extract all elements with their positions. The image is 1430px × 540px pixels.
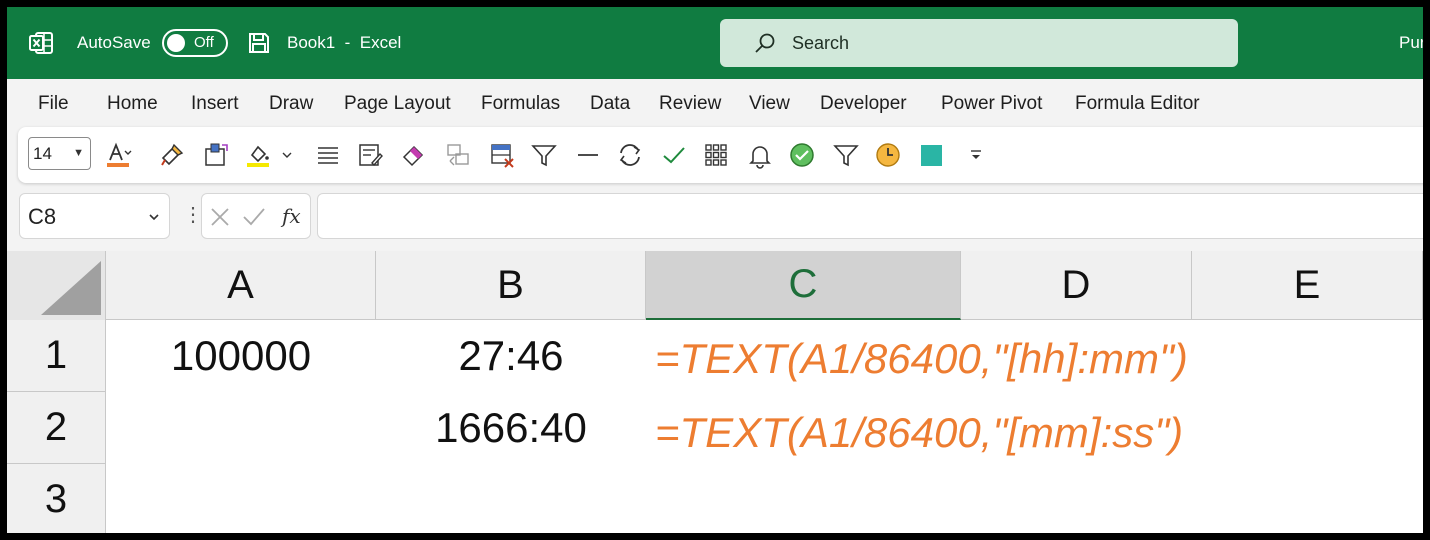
chevron-down-icon: ▼ (73, 147, 84, 159)
tab-file[interactable]: File (38, 93, 69, 115)
align-icon[interactable] (314, 141, 342, 169)
ribbon-tabs: File Home Insert Draw Page Layout Formul… (7, 79, 1423, 129)
tab-view[interactable]: View (749, 93, 790, 115)
cell-a1[interactable]: 100000 (106, 320, 376, 392)
row-header-2[interactable]: 2 (7, 392, 106, 464)
font-color-icon[interactable] (104, 141, 132, 169)
check-icon[interactable] (660, 141, 688, 169)
user-name[interactable]: Pur (1399, 7, 1423, 79)
formula-buttons: fx (201, 193, 311, 239)
more-icon[interactable] (962, 141, 990, 169)
autosave-label: AutoSave (77, 33, 151, 52)
accept-icon[interactable] (788, 141, 816, 169)
filter-icon[interactable] (530, 141, 558, 169)
enter-icon[interactable] (243, 208, 265, 226)
tab-power-pivot[interactable]: Power Pivot (941, 93, 1042, 115)
excel-logo-icon[interactable] (29, 7, 55, 79)
copy-format-icon[interactable] (444, 141, 472, 169)
font-size-value: 14 (33, 143, 52, 163)
tab-developer[interactable]: Developer (820, 93, 907, 115)
name-box[interactable]: C8 (19, 193, 170, 239)
toggle-knob (167, 34, 185, 52)
autosave-toggle[interactable]: Off (162, 29, 228, 57)
cell-b2[interactable]: 1666:40 (376, 392, 646, 464)
line-icon[interactable] (574, 141, 602, 169)
formula-text-c2[interactable]: =TEXT(A1/86400,"[mm]:ss") (655, 409, 1183, 457)
search-box[interactable]: Search (720, 19, 1238, 67)
save-icon[interactable] (247, 7, 271, 79)
quick-toolbar: 14 ▼ (18, 127, 1423, 183)
fill-color-icon[interactable] (244, 141, 272, 169)
tab-page-layout[interactable]: Page Layout (344, 93, 451, 115)
search-icon (755, 33, 775, 53)
more-options-icon[interactable]: ⋮ (183, 205, 203, 225)
formula-input[interactable] (317, 193, 1423, 239)
font-size-select[interactable]: 14 ▼ (28, 137, 91, 170)
eraser-icon[interactable] (400, 141, 428, 169)
formula-text-c1[interactable]: =TEXT(A1/86400,"[hh]:mm") (655, 335, 1188, 383)
merge-icon[interactable] (202, 141, 230, 169)
document-title: Book1 - Excel (287, 33, 402, 52)
chevron-down-icon[interactable] (147, 210, 161, 229)
filter-outline-icon[interactable] (832, 141, 860, 169)
bell-icon[interactable] (746, 141, 774, 169)
select-all-button[interactable] (7, 251, 106, 321)
column-header-a[interactable]: A (106, 251, 376, 320)
cancel-icon[interactable] (211, 208, 229, 226)
clock-icon[interactable] (874, 141, 902, 169)
tab-data[interactable]: Data (590, 93, 630, 115)
column-header-e[interactable]: E (1192, 251, 1423, 320)
chevron-down-icon[interactable] (280, 141, 294, 169)
tab-formula-editor[interactable]: Formula Editor (1075, 93, 1200, 115)
column-header-d[interactable]: D (961, 251, 1192, 320)
insert-function-icon[interactable]: fx (282, 204, 301, 228)
name-box-value: C8 (28, 204, 57, 229)
autosave-state: Off (194, 34, 214, 51)
clear-formats-icon[interactable] (356, 141, 384, 169)
column-header-b[interactable]: B (376, 251, 646, 320)
refresh-icon[interactable] (616, 141, 644, 169)
tab-formulas[interactable]: Formulas (481, 93, 560, 115)
search-placeholder: Search (792, 32, 850, 53)
tab-draw[interactable]: Draw (269, 93, 313, 115)
tab-home[interactable]: Home (107, 93, 158, 115)
delete-table-icon[interactable] (488, 141, 516, 169)
column-header-c[interactable]: C (646, 251, 961, 320)
cell-b1[interactable]: 27:46 (376, 320, 646, 392)
worksheet-grid: A B C D E 1 2 3 100000 27:46 1666:40 =TE… (7, 251, 1423, 533)
tab-insert[interactable]: Insert (191, 93, 239, 115)
title-bar: AutoSave Off Book1 - Excel Search Pur (7, 7, 1423, 79)
row-header-1[interactable]: 1 (7, 320, 106, 392)
grid-icon[interactable] (702, 141, 730, 169)
format-painter-icon[interactable] (158, 141, 186, 169)
row-header-3[interactable]: 3 (7, 464, 106, 533)
square-icon[interactable] (918, 141, 946, 169)
tab-review[interactable]: Review (659, 93, 721, 115)
excel-window: AutoSave Off Book1 - Excel Search Pur Fi… (7, 7, 1423, 533)
